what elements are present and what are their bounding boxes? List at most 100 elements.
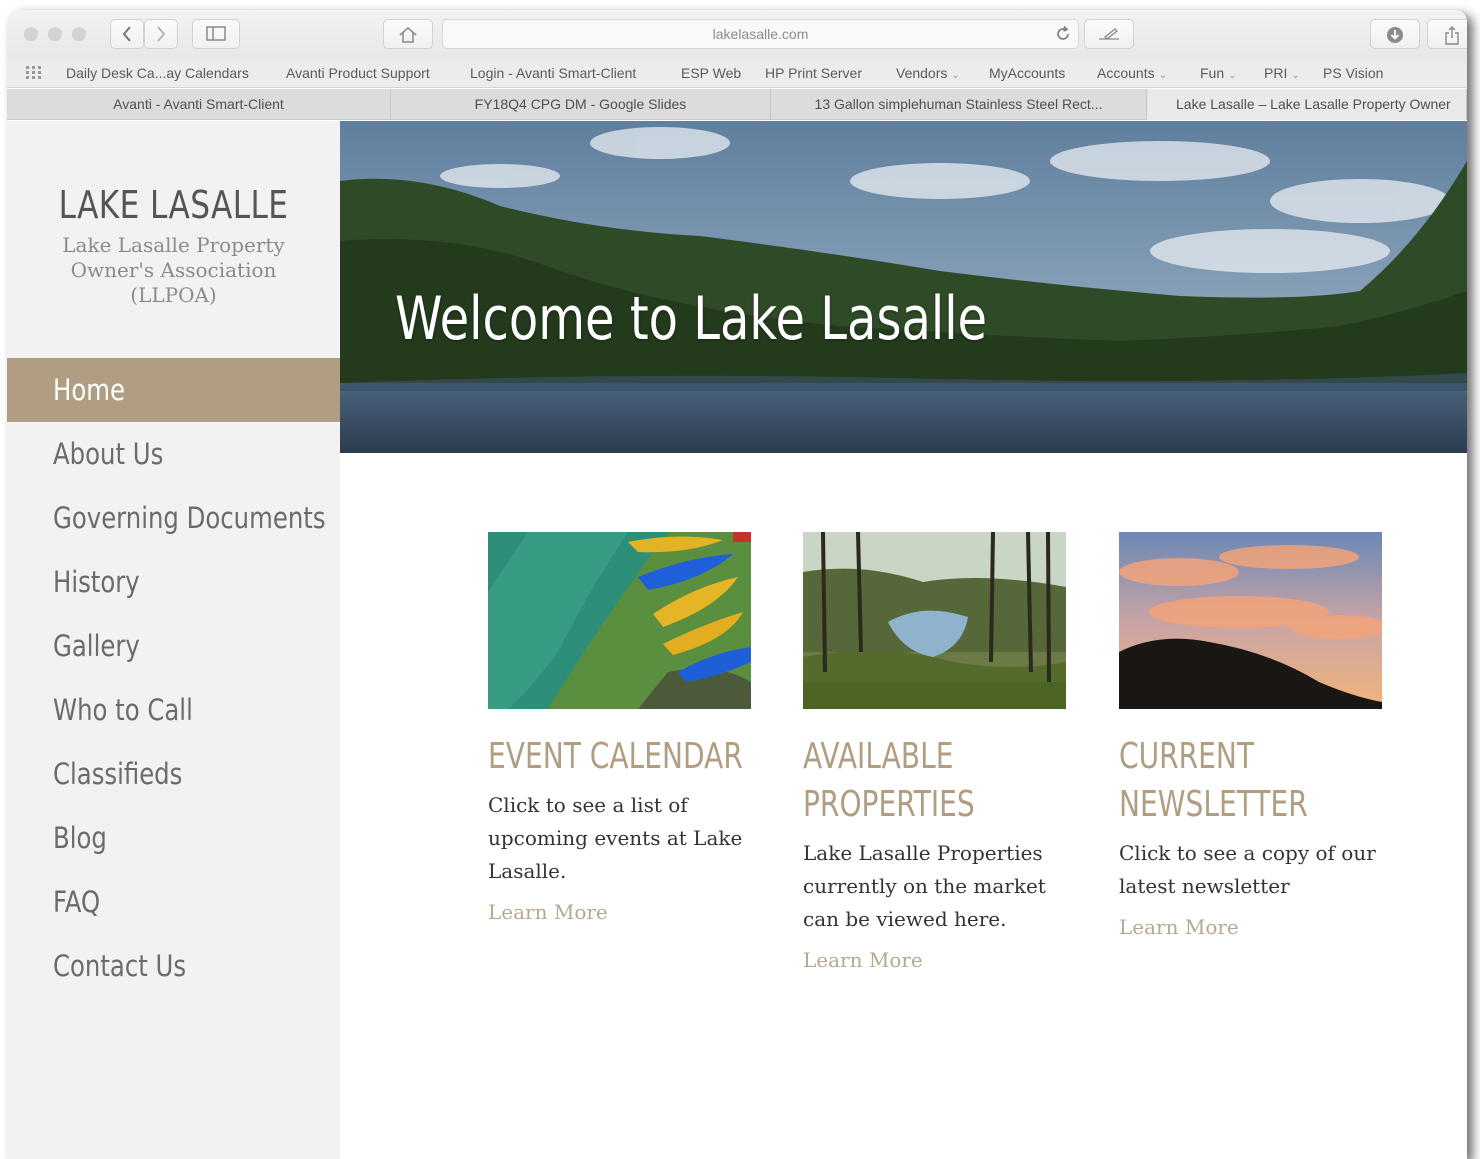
- web-page: LAKE LASALLE Lake Lasalle Property Owner…: [7, 121, 1467, 1159]
- kayaks-image[interactable]: [488, 532, 751, 709]
- nav-label: Governing Documents: [53, 501, 326, 535]
- browser-tab[interactable]: FY18Q4 CPG DM - Google Slides: [391, 89, 771, 120]
- sidebar-toggle-button[interactable]: [192, 19, 240, 49]
- chevron-down-icon: ⌄: [1158, 70, 1167, 81]
- address-bar[interactable]: lakelasalle.com: [442, 19, 1079, 49]
- reload-icon[interactable]: [1054, 25, 1072, 43]
- bookmark-label: Fun: [1200, 65, 1225, 81]
- hero-banner: Welcome to Lake Lasalle: [340, 121, 1467, 453]
- nav-label: Classifieds: [53, 757, 183, 791]
- minimize-window-button[interactable]: [48, 27, 62, 41]
- nav-label: Gallery: [53, 629, 140, 663]
- nav-label: History: [53, 565, 140, 599]
- bookmark-label: Daily Desk Ca...ay Calendars: [66, 65, 249, 81]
- bookmark-label: PS Vision: [1323, 65, 1384, 81]
- nav-item-faq[interactable]: FAQ: [7, 870, 340, 934]
- bookmark-label: MyAccounts: [989, 65, 1066, 81]
- site-tagline: Lake Lasalle Property Owner's Associatio…: [62, 233, 285, 307]
- annotate-button[interactable]: [1084, 19, 1134, 49]
- bookmark-label: ESP Web: [681, 65, 742, 81]
- card-title[interactable]: AVAILABLE PROPERTIES: [803, 733, 1060, 829]
- chevron-down-icon: ⌄: [1291, 70, 1300, 81]
- card-title[interactable]: EVENT CALENDAR: [488, 733, 745, 781]
- learn-more-link[interactable]: Learn More: [1119, 915, 1382, 939]
- nav-label: Home: [53, 373, 125, 407]
- card-available-properties: AVAILABLE PROPERTIES Lake Lasalle Proper…: [803, 532, 1066, 972]
- bookmark-label: Accounts: [1097, 65, 1155, 81]
- tab-bar: Avanti - Avanti Smart-Client FY18Q4 CPG …: [7, 89, 1467, 120]
- nav-item-who-to-call[interactable]: Who to Call: [7, 678, 340, 742]
- chevron-down-icon: ⌄: [951, 70, 960, 81]
- bookmark-label: Login - Avanti Smart-Client: [470, 65, 637, 81]
- main-nav: Home About Us Governing Documents Histor…: [7, 358, 340, 998]
- bookmark-item[interactable]: ESP Web: [681, 65, 741, 81]
- learn-more-link[interactable]: Learn More: [803, 948, 1066, 972]
- chevron-left-icon: [122, 26, 131, 42]
- home-button[interactable]: [383, 19, 433, 49]
- close-window-button[interactable]: [24, 27, 38, 41]
- bookmark-item[interactable]: MyAccounts: [989, 65, 1065, 81]
- chevron-down-icon: ⌄: [1228, 70, 1237, 81]
- bookmark-menu-vendors[interactable]: Vendors ⌄: [896, 65, 960, 81]
- download-icon: [1387, 27, 1403, 43]
- home-icon: [399, 27, 417, 43]
- browser-tab[interactable]: Avanti - Avanti Smart-Client: [7, 89, 391, 120]
- bookmark-label: HP Print Server: [765, 65, 862, 81]
- sidebar: LAKE LASALLE Lake Lasalle Property Owner…: [7, 121, 340, 1159]
- bookmark-label: Avanti Product Support: [286, 65, 430, 81]
- bookmark-menu-pri[interactable]: PRI ⌄: [1264, 65, 1300, 81]
- sunset-image[interactable]: [1119, 532, 1382, 709]
- card-description: Click to see a list of upcoming events a…: [488, 793, 743, 883]
- tab-label: FY18Q4 CPG DM - Google Slides: [474, 96, 687, 112]
- nav-label: Who to Call: [53, 693, 193, 727]
- zoom-window-button[interactable]: [72, 27, 86, 41]
- card-description: Click to see a copy of our latest newsle…: [1119, 841, 1376, 898]
- card-event-calendar: EVENT CALENDAR Click to see a list of up…: [488, 532, 751, 924]
- browser-window: lakelasalle.com Daily Desk Ca...ay Calen…: [7, 10, 1467, 1159]
- nav-item-history[interactable]: History: [7, 550, 340, 614]
- nav-item-governing-documents[interactable]: Governing Documents: [7, 486, 340, 550]
- nav-item-about-us[interactable]: About Us: [7, 422, 340, 486]
- share-icon: [1445, 26, 1459, 45]
- nav-label: FAQ: [53, 885, 101, 919]
- lake-woods-image[interactable]: [803, 532, 1066, 709]
- tab-label: Lake Lasalle – Lake Lasalle Property Own…: [1176, 96, 1451, 112]
- learn-more-link[interactable]: Learn More: [488, 900, 751, 924]
- browser-tab[interactable]: 13 Gallon simplehuman Stainless Steel Re…: [771, 89, 1147, 120]
- nav-item-home[interactable]: Home: [7, 358, 340, 422]
- share-button[interactable]: [1427, 19, 1467, 49]
- grid-icon[interactable]: [26, 66, 46, 80]
- browser-tab-active[interactable]: Lake Lasalle – Lake Lasalle Property Own…: [1147, 89, 1467, 120]
- tab-label: 13 Gallon simplehuman Stainless Steel Re…: [814, 96, 1103, 112]
- bookmark-item[interactable]: Avanti Product Support: [286, 65, 430, 81]
- card-current-newsletter: CURRENT NEWSLETTER Click to see a copy o…: [1119, 532, 1382, 939]
- bookmark-item[interactable]: PS Vision: [1323, 65, 1383, 81]
- back-button[interactable]: [110, 19, 144, 49]
- nav-item-blog[interactable]: Blog: [7, 806, 340, 870]
- bookmark-item[interactable]: Login - Avanti Smart-Client: [470, 65, 636, 81]
- bookmark-item[interactable]: HP Print Server: [765, 65, 862, 81]
- nav-item-gallery[interactable]: Gallery: [7, 614, 340, 678]
- browser-toolbar: lakelasalle.com: [7, 10, 1467, 60]
- bookmark-item[interactable]: Daily Desk Ca...ay Calendars: [66, 65, 249, 81]
- nav-item-classifieds[interactable]: Classifieds: [7, 742, 340, 806]
- downloads-button[interactable]: [1370, 19, 1420, 49]
- bookmark-label: PRI: [1264, 65, 1288, 81]
- url-text: lakelasalle.com: [712, 26, 809, 42]
- bookmarks-bar: Daily Desk Ca...ay Calendars Avanti Prod…: [7, 60, 1467, 88]
- pen-icon: [1099, 28, 1119, 40]
- hero-title: Welcome to Lake Lasalle: [395, 284, 988, 354]
- nav-label: About Us: [53, 437, 164, 471]
- sidebar-icon: [206, 26, 226, 41]
- bookmark-menu-fun[interactable]: Fun ⌄: [1200, 65, 1237, 81]
- forward-button[interactable]: [144, 19, 178, 49]
- card-description: Lake Lasalle Properties currently on the…: [803, 841, 1046, 931]
- nav-label: Blog: [53, 821, 107, 855]
- site-title[interactable]: LAKE LASALLE: [37, 183, 310, 227]
- card-title[interactable]: CURRENT NEWSLETTER: [1119, 733, 1376, 829]
- bookmark-menu-accounts[interactable]: Accounts ⌄: [1097, 65, 1167, 81]
- bookmark-label: Vendors: [896, 65, 948, 81]
- nav-label: Contact Us: [53, 949, 187, 983]
- nav-item-contact-us[interactable]: Contact Us: [7, 934, 340, 998]
- chevron-right-icon: [157, 26, 166, 42]
